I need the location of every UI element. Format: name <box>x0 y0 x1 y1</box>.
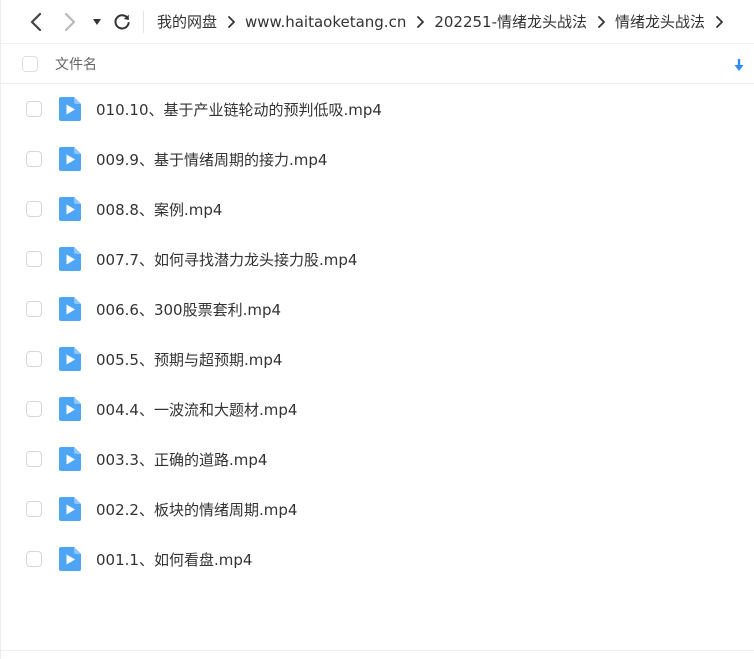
video-file-icon <box>59 547 81 571</box>
toolbar-divider <box>143 10 144 33</box>
file-checkbox[interactable] <box>26 551 42 567</box>
file-name: 006.6、300股票套利.mp4 <box>96 300 282 319</box>
file-name: 001.1、如何看盘.mp4 <box>96 550 253 569</box>
file-checkbox[interactable] <box>26 101 42 117</box>
chevron-left-icon <box>30 12 42 31</box>
file-row[interactable]: 002.2、板块的情绪周期.mp4 <box>1 484 754 534</box>
history-dropdown-button[interactable] <box>87 0 107 44</box>
file-row[interactable]: 005.5、预期与超预期.mp4 <box>1 334 754 384</box>
breadcrumb-item-root[interactable]: 我的网盘 <box>157 11 217 32</box>
file-name: 004.4、一波流和大题材.mp4 <box>96 400 298 419</box>
file-browser-window: 我的网盘 www.haitaoketang.cn 202251-情绪龙头战法 情… <box>0 0 754 659</box>
video-file-icon <box>59 297 81 321</box>
file-row[interactable]: 001.1、如何看盘.mp4 <box>1 534 754 584</box>
file-row[interactable]: 008.8、案例.mp4 <box>1 184 754 234</box>
breadcrumb-item-site-folder[interactable]: www.haitaoketang.cn <box>245 13 406 31</box>
forward-button[interactable] <box>53 0 87 44</box>
file-name: 007.7、如何寻找潜力龙头接力股.mp4 <box>96 250 358 269</box>
refresh-icon <box>114 13 130 29</box>
file-checkbox[interactable] <box>26 351 42 367</box>
caret-down-icon <box>93 18 101 25</box>
video-file-icon <box>59 197 81 221</box>
breadcrumb-item-course-folder[interactable]: 202251-情绪龙头战法 <box>434 11 587 32</box>
file-row[interactable]: 003.3、正确的道路.mp4 <box>1 434 754 484</box>
navigation-bar: 我的网盘 www.haitaoketang.cn 202251-情绪龙头战法 情… <box>1 0 754 44</box>
chevron-right-icon <box>406 12 434 32</box>
video-file-icon <box>59 247 81 271</box>
file-checkbox[interactable] <box>26 501 42 517</box>
chevron-right-icon <box>705 12 733 32</box>
file-list: 010.10、基于产业链轮动的预判低吸.mp4 009.9、基于情绪周期的接力.… <box>1 84 754 584</box>
breadcrumb-item-current-folder[interactable]: 情绪龙头战法 <box>615 11 705 32</box>
chevron-right-icon <box>587 12 615 32</box>
video-file-icon <box>59 397 81 421</box>
list-header: 文件名 <box>1 44 754 84</box>
file-name: 003.3、正确的道路.mp4 <box>96 450 268 469</box>
sort-down-arrow-icon[interactable] <box>734 57 744 76</box>
file-checkbox[interactable] <box>26 251 42 267</box>
file-checkbox[interactable] <box>26 301 42 317</box>
file-checkbox[interactable] <box>26 151 42 167</box>
file-row[interactable]: 009.9、基于情绪周期的接力.mp4 <box>1 134 754 184</box>
chevron-right-icon <box>64 12 76 31</box>
breadcrumb: 我的网盘 www.haitaoketang.cn 202251-情绪龙头战法 情… <box>157 11 733 32</box>
file-checkbox[interactable] <box>26 401 42 417</box>
video-file-icon <box>59 97 81 121</box>
file-row[interactable]: 010.10、基于产业链轮动的预判低吸.mp4 <box>1 84 754 134</box>
column-header-filename[interactable]: 文件名 <box>55 54 97 74</box>
video-file-icon <box>59 147 81 171</box>
list-bottom-divider <box>1 650 754 651</box>
select-all-checkbox[interactable] <box>22 55 38 72</box>
file-name: 010.10、基于产业链轮动的预判低吸.mp4 <box>96 100 382 119</box>
chevron-right-icon <box>217 12 245 32</box>
file-row[interactable]: 007.7、如何寻找潜力龙头接力股.mp4 <box>1 234 754 284</box>
file-name: 002.2、板块的情绪周期.mp4 <box>96 500 298 519</box>
file-name: 005.5、预期与超预期.mp4 <box>96 350 283 369</box>
file-row[interactable]: 006.6、300股票套利.mp4 <box>1 284 754 334</box>
file-name: 009.9、基于情绪周期的接力.mp4 <box>96 150 328 169</box>
video-file-icon <box>59 497 81 521</box>
video-file-icon <box>59 347 81 371</box>
file-name: 008.8、案例.mp4 <box>96 200 223 219</box>
video-file-icon <box>59 447 81 471</box>
file-checkbox[interactable] <box>26 201 42 217</box>
back-button[interactable] <box>19 0 53 44</box>
refresh-button[interactable] <box>107 0 137 44</box>
file-checkbox[interactable] <box>26 451 42 467</box>
file-row[interactable]: 004.4、一波流和大题材.mp4 <box>1 384 754 434</box>
